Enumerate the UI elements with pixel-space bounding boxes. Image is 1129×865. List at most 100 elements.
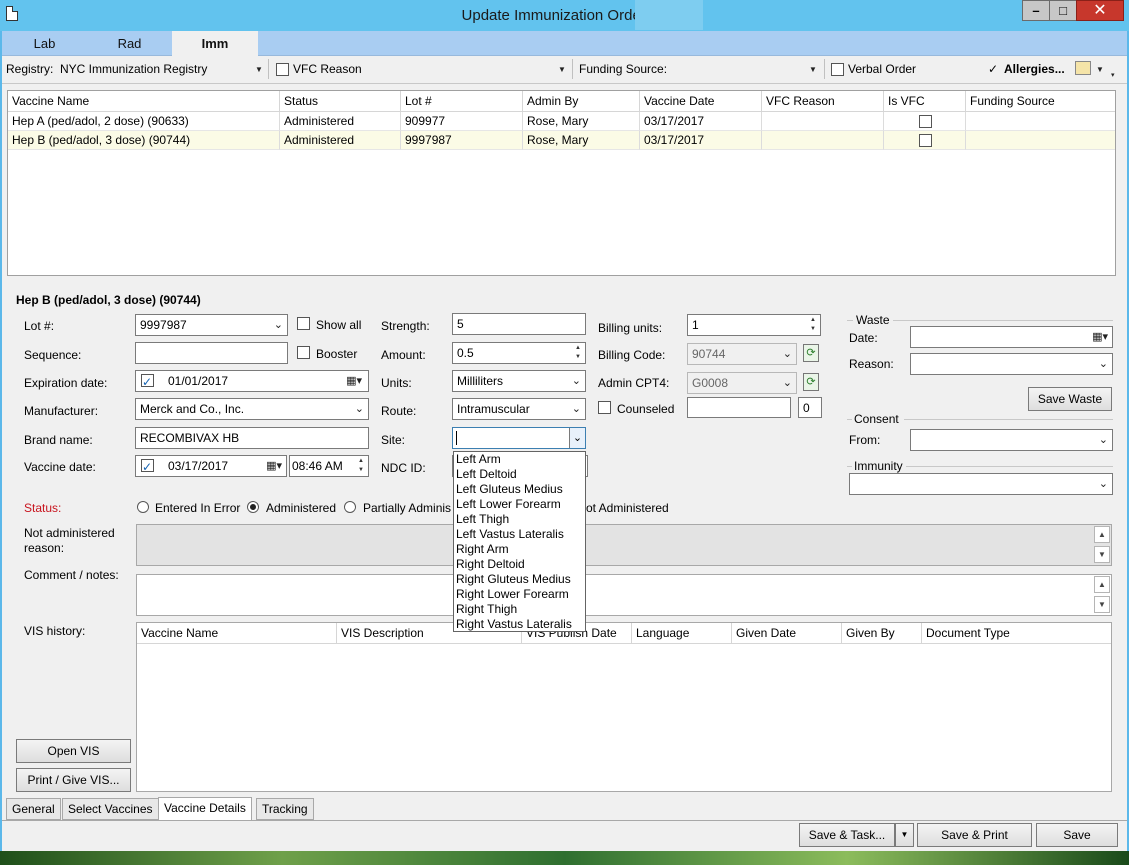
- allergies-dropdown-icon[interactable]: ▼: [1096, 65, 1104, 74]
- units-select[interactable]: Milliliters ⌄: [452, 370, 586, 392]
- scroll-up-icon[interactable]: ▲: [1094, 526, 1110, 543]
- column-header-admin-by[interactable]: Admin By: [523, 91, 640, 112]
- expiration-date-checkbox[interactable]: [141, 372, 154, 391]
- site-select[interactable]: ⌄: [452, 427, 586, 449]
- vaccine-date-checkbox[interactable]: [141, 457, 154, 476]
- counseled-count-input[interactable]: 0: [798, 397, 822, 418]
- tab-vaccine-details[interactable]: Vaccine Details: [158, 797, 252, 821]
- open-vis-button[interactable]: Open VIS: [16, 739, 131, 763]
- table-row-cell-lot[interactable]: 909977: [401, 112, 523, 131]
- consent-from-select[interactable]: ⌄: [910, 429, 1113, 451]
- vaccine-date-picker[interactable]: 03/17/2017 ▦▾: [135, 455, 287, 477]
- table-row-cell-date[interactable]: 03/17/2017: [640, 131, 762, 150]
- column-header-vaccine-date[interactable]: Vaccine Date: [640, 91, 762, 112]
- immunity-select[interactable]: ⌄: [849, 473, 1113, 495]
- column-header-is-vfc[interactable]: Is VFC: [884, 91, 966, 112]
- status-radio-entered-in-error[interactable]: [137, 501, 149, 513]
- maximize-button[interactable]: □: [1049, 0, 1077, 21]
- column-header-status[interactable]: Status: [280, 91, 401, 112]
- save-and-print-button[interactable]: Save & Print: [917, 823, 1032, 847]
- amount-input[interactable]: 0.5 ▲ ▼: [452, 342, 586, 364]
- registry-select[interactable]: NYC Immunization Registry: [60, 62, 207, 76]
- vfc-reason-select[interactable]: [360, 59, 570, 79]
- table-row-cell-date[interactable]: 03/17/2017: [640, 112, 762, 131]
- tab-general[interactable]: General: [6, 798, 61, 820]
- site-option[interactable]: Left Gluteus Medius: [456, 482, 563, 497]
- site-option[interactable]: Left Deltoid: [456, 467, 517, 482]
- refresh-billing-code-icon[interactable]: ⟳: [803, 344, 819, 362]
- status-radio-administered[interactable]: [247, 501, 259, 513]
- time-spinner-icon[interactable]: ▲ ▼: [355, 457, 367, 475]
- calendar-icon[interactable]: ▦▾: [266, 456, 282, 476]
- billing-code-select[interactable]: 90744 ⌄: [687, 343, 797, 365]
- site-option[interactable]: Right Lower Forearm: [456, 587, 569, 602]
- verbal-order-checkbox[interactable]: [831, 63, 844, 76]
- route-select[interactable]: Intramuscular ⌄: [452, 398, 586, 420]
- save-and-task-dropdown-icon[interactable]: ▼: [895, 823, 914, 847]
- waste-date-picker[interactable]: ▦▾: [910, 326, 1113, 348]
- show-all-checkbox[interactable]: [297, 317, 310, 330]
- site-option[interactable]: Left Vastus Lateralis: [456, 527, 564, 542]
- save-and-task-button[interactable]: Save & Task...: [799, 823, 895, 847]
- billing-units-input[interactable]: 1 ▲ ▼: [687, 314, 821, 336]
- site-option[interactable]: Right Arm: [456, 542, 509, 557]
- sequence-input[interactable]: [135, 342, 288, 364]
- column-header-funding-source[interactable]: Funding Source: [966, 91, 1115, 112]
- counseled-input[interactable]: [687, 397, 791, 418]
- calendar-icon[interactable]: ▦▾: [1092, 327, 1108, 347]
- tab-lab[interactable]: Lab: [2, 31, 87, 56]
- column-header-given-date[interactable]: Given Date: [732, 623, 842, 644]
- save-waste-button[interactable]: Save Waste: [1028, 387, 1112, 411]
- funding-source-dropdown-icon[interactable]: ▼: [809, 65, 817, 74]
- site-option[interactable]: Right Thigh: [456, 602, 517, 617]
- chevron-down-icon[interactable]: ⌄: [569, 428, 585, 448]
- print-give-vis-button[interactable]: Print / Give VIS...: [16, 768, 131, 792]
- scroll-down-icon[interactable]: ▼: [1094, 546, 1110, 563]
- is-vfc-checkbox[interactable]: [919, 134, 932, 147]
- brand-name-input[interactable]: RECOMBIVAX HB: [135, 427, 369, 449]
- tab-select-vaccines[interactable]: Select Vaccines: [62, 798, 159, 820]
- comment-input[interactable]: ▲ ▼: [136, 574, 1112, 616]
- table-row-cell-admin-by[interactable]: Rose, Mary: [523, 112, 640, 131]
- tab-rad[interactable]: Rad: [87, 31, 172, 56]
- site-option[interactable]: Left Thigh: [456, 512, 509, 527]
- waste-reason-select[interactable]: ⌄: [910, 353, 1113, 375]
- table-row-cell-funding[interactable]: [966, 112, 1115, 131]
- column-header-document-type[interactable]: Document Type: [922, 623, 1111, 644]
- table-row-cell-status[interactable]: Administered: [280, 112, 401, 131]
- table-row-cell-vfc-reason[interactable]: [762, 131, 884, 150]
- site-option[interactable]: Right Vastus Lateralis: [456, 617, 572, 632]
- table-row-cell-status[interactable]: Administered: [280, 131, 401, 150]
- site-option[interactable]: Left Arm: [456, 452, 501, 467]
- table-row-cell-vaccine[interactable]: Hep B (ped/adol, 3 dose) (90744): [8, 131, 280, 150]
- vaccine-time-input[interactable]: 08:46 AM ▲ ▼: [289, 455, 369, 477]
- billing-units-spinner-icon[interactable]: ▲ ▼: [807, 316, 819, 334]
- not-administered-reason-input[interactable]: ▲ ▼: [136, 524, 1112, 566]
- refresh-admin-cpt4-icon[interactable]: ⟳: [803, 373, 819, 391]
- tab-tracking[interactable]: Tracking: [256, 798, 314, 820]
- table-row-cell-admin-by[interactable]: Rose, Mary: [523, 131, 640, 150]
- minimize-button[interactable]: –: [1022, 0, 1050, 21]
- booster-checkbox[interactable]: [297, 346, 310, 359]
- toolbar-overflow-icon[interactable]: ▾: [1111, 71, 1115, 79]
- amount-spinner-icon[interactable]: ▲ ▼: [572, 344, 584, 362]
- column-header-vis-vaccine-name[interactable]: Vaccine Name: [137, 623, 337, 644]
- tab-imm[interactable]: Imm: [172, 31, 258, 56]
- column-header-lot[interactable]: Lot #: [401, 91, 523, 112]
- site-option[interactable]: Left Lower Forearm: [456, 497, 561, 512]
- column-header-given-by[interactable]: Given By: [842, 623, 922, 644]
- admin-cpt4-select[interactable]: G0008 ⌄: [687, 372, 797, 394]
- counseled-checkbox[interactable]: [598, 401, 611, 414]
- column-header-vfc-reason[interactable]: VFC Reason: [762, 91, 884, 112]
- save-button[interactable]: Save: [1036, 823, 1118, 847]
- table-row-cell-vfc-reason[interactable]: [762, 112, 884, 131]
- is-vfc-checkbox[interactable]: [919, 115, 932, 128]
- allergies-image-icon[interactable]: [1075, 61, 1091, 75]
- scroll-down-icon[interactable]: ▼: [1094, 596, 1110, 613]
- vfc-reason-dropdown-icon[interactable]: ▼: [558, 65, 566, 74]
- vfc-reason-checkbox[interactable]: [276, 63, 289, 76]
- strength-input[interactable]: 5: [452, 313, 586, 335]
- lot-select[interactable]: 9997987 ⌄: [135, 314, 288, 336]
- expiration-date-picker[interactable]: 01/01/2017 ▦▾: [135, 370, 369, 392]
- table-row-cell-lot[interactable]: 9997987: [401, 131, 523, 150]
